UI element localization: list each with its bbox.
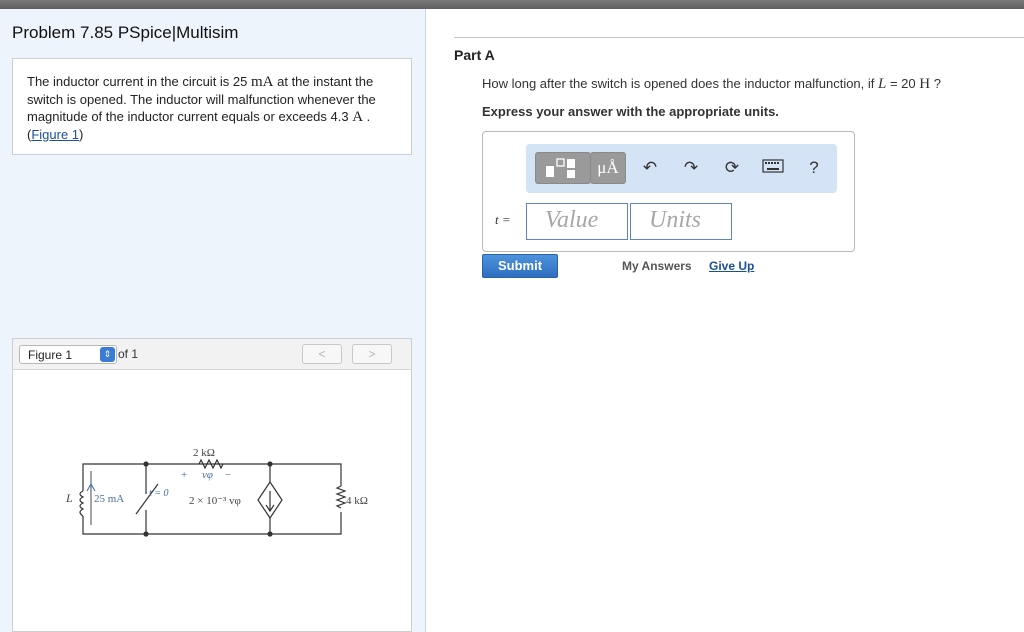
question-equals: = 20 xyxy=(886,76,920,91)
previous-figure-button[interactable]: < xyxy=(302,344,342,364)
statement-text-4: ) xyxy=(79,127,84,142)
vphi-label: vφ xyxy=(202,469,213,481)
threshold-unit: A xyxy=(352,109,364,125)
question-end: ? xyxy=(930,76,941,91)
part-divider xyxy=(454,37,1024,38)
inductor-label: L xyxy=(65,491,73,505)
units-input[interactable]: Units xyxy=(630,203,732,240)
question-text: How long after the switch is opened does… xyxy=(482,76,941,93)
figure-select-value: Figure 1 xyxy=(28,348,73,362)
help-button[interactable]: ? xyxy=(804,158,824,178)
templates-icon xyxy=(546,158,575,178)
answer-box: μÅ ↶ ↷ ⟳ ? t = Value Units xyxy=(482,131,855,252)
give-up-link[interactable]: Give Up xyxy=(709,259,754,273)
problem-statement: The inductor current in the circuit is 2… xyxy=(12,58,412,155)
instruction-text: Express your answer with the appropriate… xyxy=(482,104,779,119)
resistor-4k-label: 4 kΩ xyxy=(346,495,368,507)
vphi-plus: + xyxy=(181,469,187,481)
math-toolbar: μÅ ↶ ↷ ⟳ ? xyxy=(526,144,837,193)
undo-icon[interactable]: ↶ xyxy=(640,158,660,178)
answer-variable-label: t = xyxy=(495,212,511,227)
redo-icon[interactable]: ↷ xyxy=(681,158,701,178)
templates-button[interactable] xyxy=(535,152,591,184)
units-button[interactable]: μÅ xyxy=(590,152,626,184)
figure-header: Figure 1 ⇕ of 1 < > xyxy=(13,339,411,370)
top-bar xyxy=(0,0,1024,9)
figure-link[interactable]: Figure 1 xyxy=(31,127,79,142)
my-answers-button[interactable]: My Answers xyxy=(622,259,692,273)
resistor-2k-label: 2 kΩ xyxy=(193,447,215,459)
circuit-diagram: L 25 mA t = 0 2 kΩ + vφ − 2 × 10⁻³ vφ 4 … xyxy=(65,447,368,537)
question-part1: How long after the switch is opened does… xyxy=(482,76,878,91)
problem-pane: Problem 7.85 PSpice|Multisim The inducto… xyxy=(0,9,426,632)
source-current-label: 25 mA xyxy=(94,493,124,505)
switch-label: t = 0 xyxy=(149,488,169,499)
statement-text: The inductor current in the circuit is 2… xyxy=(27,74,251,89)
next-figure-button[interactable]: > xyxy=(352,344,392,364)
current-unit: mA xyxy=(251,74,274,90)
submit-button[interactable]: Submit xyxy=(482,254,558,278)
figure-panel: Figure 1 ⇕ of 1 < > L 25 mA t = 0 2 kΩ +… xyxy=(12,338,412,632)
figure-select[interactable]: Figure 1 ⇕ xyxy=(19,345,117,364)
question-unit: H xyxy=(919,76,931,92)
select-arrows-icon: ⇕ xyxy=(100,347,115,362)
dependent-source-label: 2 × 10⁻³ vφ xyxy=(189,495,241,507)
value-input[interactable]: Value xyxy=(526,203,628,240)
vphi-minus: − xyxy=(225,469,231,481)
problem-title: Problem 7.85 PSpice|Multisim xyxy=(12,23,239,42)
reset-icon[interactable]: ⟳ xyxy=(722,158,742,178)
figure-count: of 1 xyxy=(118,347,139,361)
keyboard-icon[interactable] xyxy=(762,158,784,178)
part-label: Part A xyxy=(454,47,495,63)
